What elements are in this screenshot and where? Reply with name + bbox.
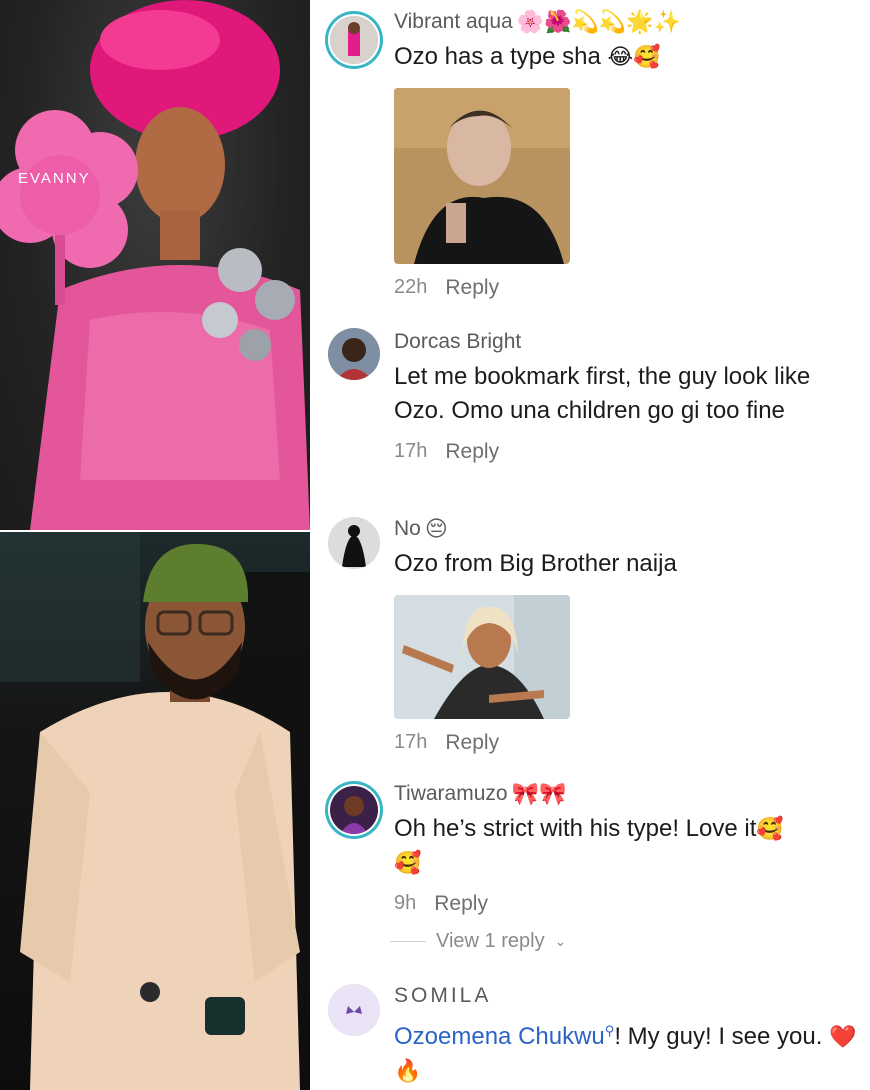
username-emojis: 😔 — [424, 516, 448, 541]
comment-text: Oh he’s strict with his type! Love it🥰 🥰 — [394, 812, 860, 880]
man-illustration — [0, 532, 310, 1090]
reply-button[interactable]: Reply — [434, 892, 488, 916]
comment-text: Ozoemena Chukwu⚲! My guy! I see you. ❤️🔥 — [394, 1014, 860, 1088]
butterfly-icon — [328, 984, 380, 1036]
comment-text: Ozo from Big Brother naija — [394, 550, 677, 577]
reply-button[interactable]: Reply — [445, 276, 499, 300]
comment-username[interactable]: Tiwaramuzo 🎀🎀 — [394, 780, 860, 808]
comment-time: 17h — [394, 440, 428, 462]
username-text: Vibrant aqua — [394, 10, 513, 33]
comment-body: SOMILA Ozoemena Chukwu⚲! My guy! I see y… — [394, 982, 860, 1088]
comment-body: Vibrant aqua 🌸🌺💫💫🌟✨ Ozo has a type sha 😂… — [394, 8, 860, 300]
photo-man-green-cap — [0, 532, 310, 1090]
mention-link[interactable]: Ozoemena Chukwu — [394, 1023, 605, 1050]
avatar[interactable] — [328, 784, 380, 836]
reply-button[interactable]: Reply — [445, 731, 499, 755]
comment-text-content: Ozo has a type sha — [394, 43, 601, 70]
comments-list: Vibrant aqua 🌸🌺💫💫🌟✨ Ozo has a type sha 😂… — [318, 0, 870, 1090]
photo-woman-pink-gown: EVANNY — [0, 0, 310, 530]
avatar[interactable] — [328, 14, 380, 66]
comment-time: 17h — [394, 731, 428, 753]
avatar[interactable] — [328, 517, 380, 569]
comment-meta: 22h Reply — [394, 276, 860, 300]
view-replies-button[interactable]: View 1 reply ⌄ — [390, 930, 860, 953]
comment-meta: 17h Reply — [394, 731, 860, 755]
username-emojis: 🎀🎀 — [511, 781, 567, 806]
comment-gif[interactable] — [394, 88, 570, 264]
username-text: Dorcas Bright — [394, 330, 522, 353]
comment-username[interactable]: Vibrant aqua 🌸🌺💫💫🌟✨ — [394, 8, 860, 36]
comment-body: No 😔 Ozo from Big Brother naija 17h Repl… — [394, 515, 860, 755]
photo-collage: EVANNY — [0, 0, 310, 1090]
woman-illustration — [0, 0, 310, 530]
reply-button[interactable]: Reply — [445, 440, 499, 464]
comment-text: Let me bookmark first, the guy look like… — [394, 363, 811, 424]
comment-body: Tiwaramuzo 🎀🎀 Oh he’s strict with his ty… — [390, 780, 860, 953]
view-replies-label: View 1 reply — [436, 930, 545, 952]
avatar[interactable] — [328, 328, 380, 380]
photo-caption-logo: EVANNY — [18, 170, 91, 187]
search-icon: ⚲ — [604, 1023, 615, 1038]
comment-gif[interactable] — [394, 595, 570, 719]
avatar[interactable] — [328, 984, 380, 1036]
comment-username[interactable]: No 😔 — [394, 515, 860, 543]
comment-text: Ozo has a type sha 😂🥰 — [394, 40, 860, 74]
divider-line — [390, 941, 426, 942]
comment-emojis-line2: 🥰 — [394, 850, 422, 875]
comment-text-content: Oh he’s strict with his type! Love it — [394, 815, 757, 842]
comment-username[interactable]: SOMILA — [394, 982, 860, 1010]
comment-emojis: 🥰 — [756, 816, 784, 841]
comment-time: 9h — [394, 892, 417, 914]
comment-username[interactable]: Dorcas Bright — [394, 328, 860, 356]
username-text: SOMILA — [394, 984, 492, 1007]
chevron-down-icon: ⌄ — [554, 933, 567, 949]
comment-time: 22h — [394, 276, 428, 298]
comment-emojis: 😂🥰 — [607, 44, 661, 69]
comment-text-content: ! My guy! I see you. — [614, 1023, 823, 1050]
comment-meta: 17h Reply — [394, 440, 860, 464]
username-text: No — [394, 517, 421, 540]
comment-meta: 9h Reply — [394, 892, 860, 916]
username-text: Tiwaramuzo — [394, 782, 508, 805]
comment-body: Dorcas Bright Let me bookmark first, the… — [394, 328, 860, 464]
username-emojis: 🌸🌺💫💫🌟✨ — [516, 9, 682, 34]
